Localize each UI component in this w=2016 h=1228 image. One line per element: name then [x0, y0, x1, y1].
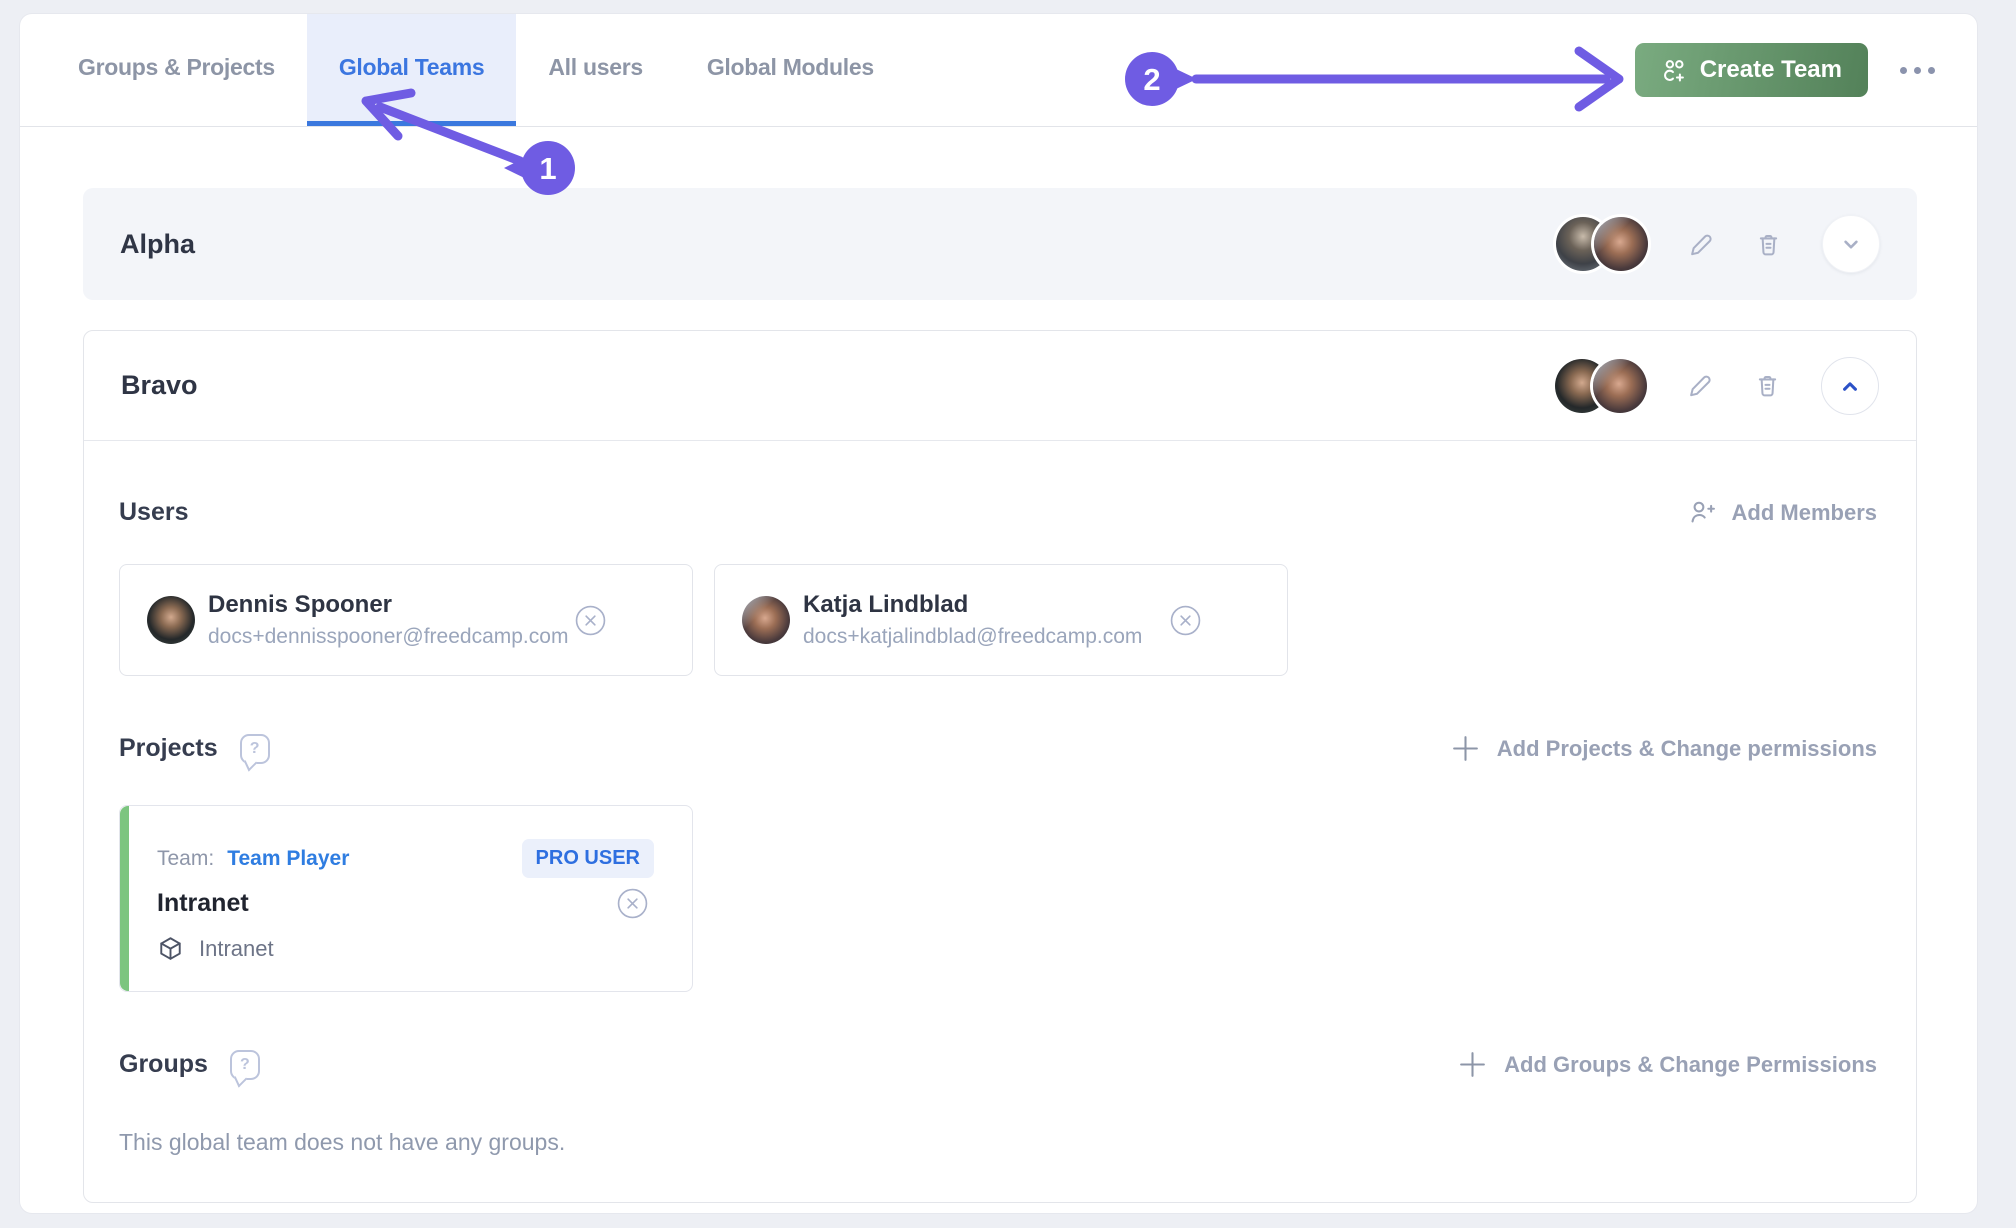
avatar — [1594, 217, 1648, 271]
tab-groups-projects[interactable]: Groups & Projects — [46, 14, 307, 126]
avatar — [147, 596, 195, 644]
ellipsis-icon — [1900, 67, 1907, 74]
plus-icon — [1450, 733, 1481, 764]
user-card-katja: Katja Lindblad docs+katjalindblad@freedc… — [714, 564, 1288, 676]
add-members-button[interactable]: Add Members — [1689, 499, 1877, 526]
create-team-label: Create Team — [1700, 56, 1842, 84]
trash-icon — [1754, 372, 1781, 399]
edit-team-button[interactable] — [1687, 372, 1714, 399]
delete-team-button[interactable] — [1754, 372, 1781, 399]
remove-project-button[interactable] — [617, 888, 648, 919]
team-card-header: Bravo — [84, 331, 1916, 441]
create-team-button[interactable]: Create Team — [1635, 43, 1868, 97]
groups-heading: Groups ? — [119, 1050, 260, 1080]
teams-list: Alpha — [20, 127, 1977, 1203]
tabbar-actions: Create Team — [1635, 14, 1937, 126]
tab-label: Global Modules — [707, 54, 874, 81]
circle-x-icon — [1170, 605, 1201, 636]
team-row-alpha: Alpha — [83, 188, 1917, 300]
user-email: docs+dennisspooner@freedcamp.com — [208, 625, 568, 649]
plus-icon — [1457, 1049, 1488, 1080]
question-bubble-icon[interactable]: ? — [230, 1050, 260, 1080]
circle-x-icon — [575, 605, 606, 636]
project-title: Intranet — [157, 889, 249, 918]
project-color-bar — [120, 806, 129, 991]
chevron-up-icon — [1837, 373, 1863, 399]
tab-label: All users — [548, 54, 642, 81]
tab-bar: Groups & Projects Global Teams All users… — [20, 14, 1977, 127]
tab-global-teams[interactable]: Global Teams — [307, 14, 517, 126]
expand-team-button[interactable] — [1822, 215, 1880, 273]
team-name: Alpha — [83, 229, 195, 260]
users-section-header: Users Add Members — [119, 498, 1877, 527]
groups-empty-message: This global team does not have any group… — [119, 1129, 1877, 1156]
pencil-icon — [1688, 231, 1715, 258]
add-projects-button[interactable]: Add Projects & Change permissions — [1450, 733, 1877, 764]
team-name-link[interactable]: Team Player — [227, 847, 349, 871]
pro-user-badge: PRO USER — [522, 839, 654, 878]
project-module-label: Intranet — [199, 936, 274, 962]
avatar — [742, 596, 790, 644]
projects-heading: Projects ? — [119, 734, 270, 764]
user-name: Katja Lindblad — [803, 591, 1142, 619]
more-options-button[interactable] — [1898, 61, 1937, 80]
user-card-dennis: Dennis Spooner docs+dennisspooner@freedc… — [119, 564, 693, 676]
user-email: docs+katjalindblad@freedcamp.com — [803, 625, 1142, 649]
team-name: Bravo — [84, 370, 198, 401]
project-card-intranet: Team: Team Player PRO USER Intranet — [119, 805, 693, 992]
projects-section-header: Projects ? Add Projects & Change permiss… — [119, 733, 1877, 764]
tab-global-modules[interactable]: Global Modules — [675, 14, 906, 126]
avatar — [1593, 359, 1647, 413]
circle-x-icon — [617, 888, 648, 919]
team-card-bravo: Bravo — [83, 330, 1917, 1203]
person-plus-icon — [1689, 499, 1716, 526]
add-groups-button[interactable]: Add Groups & Change Permissions — [1457, 1049, 1877, 1080]
users-heading: Users — [119, 498, 189, 527]
remove-user-button[interactable] — [575, 605, 606, 636]
cube-icon — [157, 935, 184, 962]
user-name: Dennis Spooner — [208, 591, 568, 619]
edit-team-button[interactable] — [1688, 231, 1715, 258]
admin-panel: Groups & Projects Global Teams All users… — [20, 14, 1977, 1213]
groups-section-header: Groups ? Add Groups & Change Permissions — [119, 1049, 1877, 1080]
chevron-down-icon — [1838, 231, 1864, 257]
team-label: Team: — [157, 847, 214, 871]
tab-label: Global Teams — [339, 54, 485, 81]
tab-label: Groups & Projects — [78, 54, 275, 81]
pencil-icon — [1687, 372, 1714, 399]
delete-team-button[interactable] — [1755, 231, 1782, 258]
team-add-icon — [1661, 57, 1688, 84]
team-member-avatars[interactable] — [1555, 359, 1647, 413]
trash-icon — [1755, 231, 1782, 258]
team-member-avatars[interactable] — [1556, 217, 1648, 271]
question-bubble-icon[interactable]: ? — [240, 734, 270, 764]
collapse-team-button[interactable] — [1821, 357, 1879, 415]
tab-all-users[interactable]: All users — [516, 14, 674, 126]
remove-user-button[interactable] — [1170, 605, 1201, 636]
